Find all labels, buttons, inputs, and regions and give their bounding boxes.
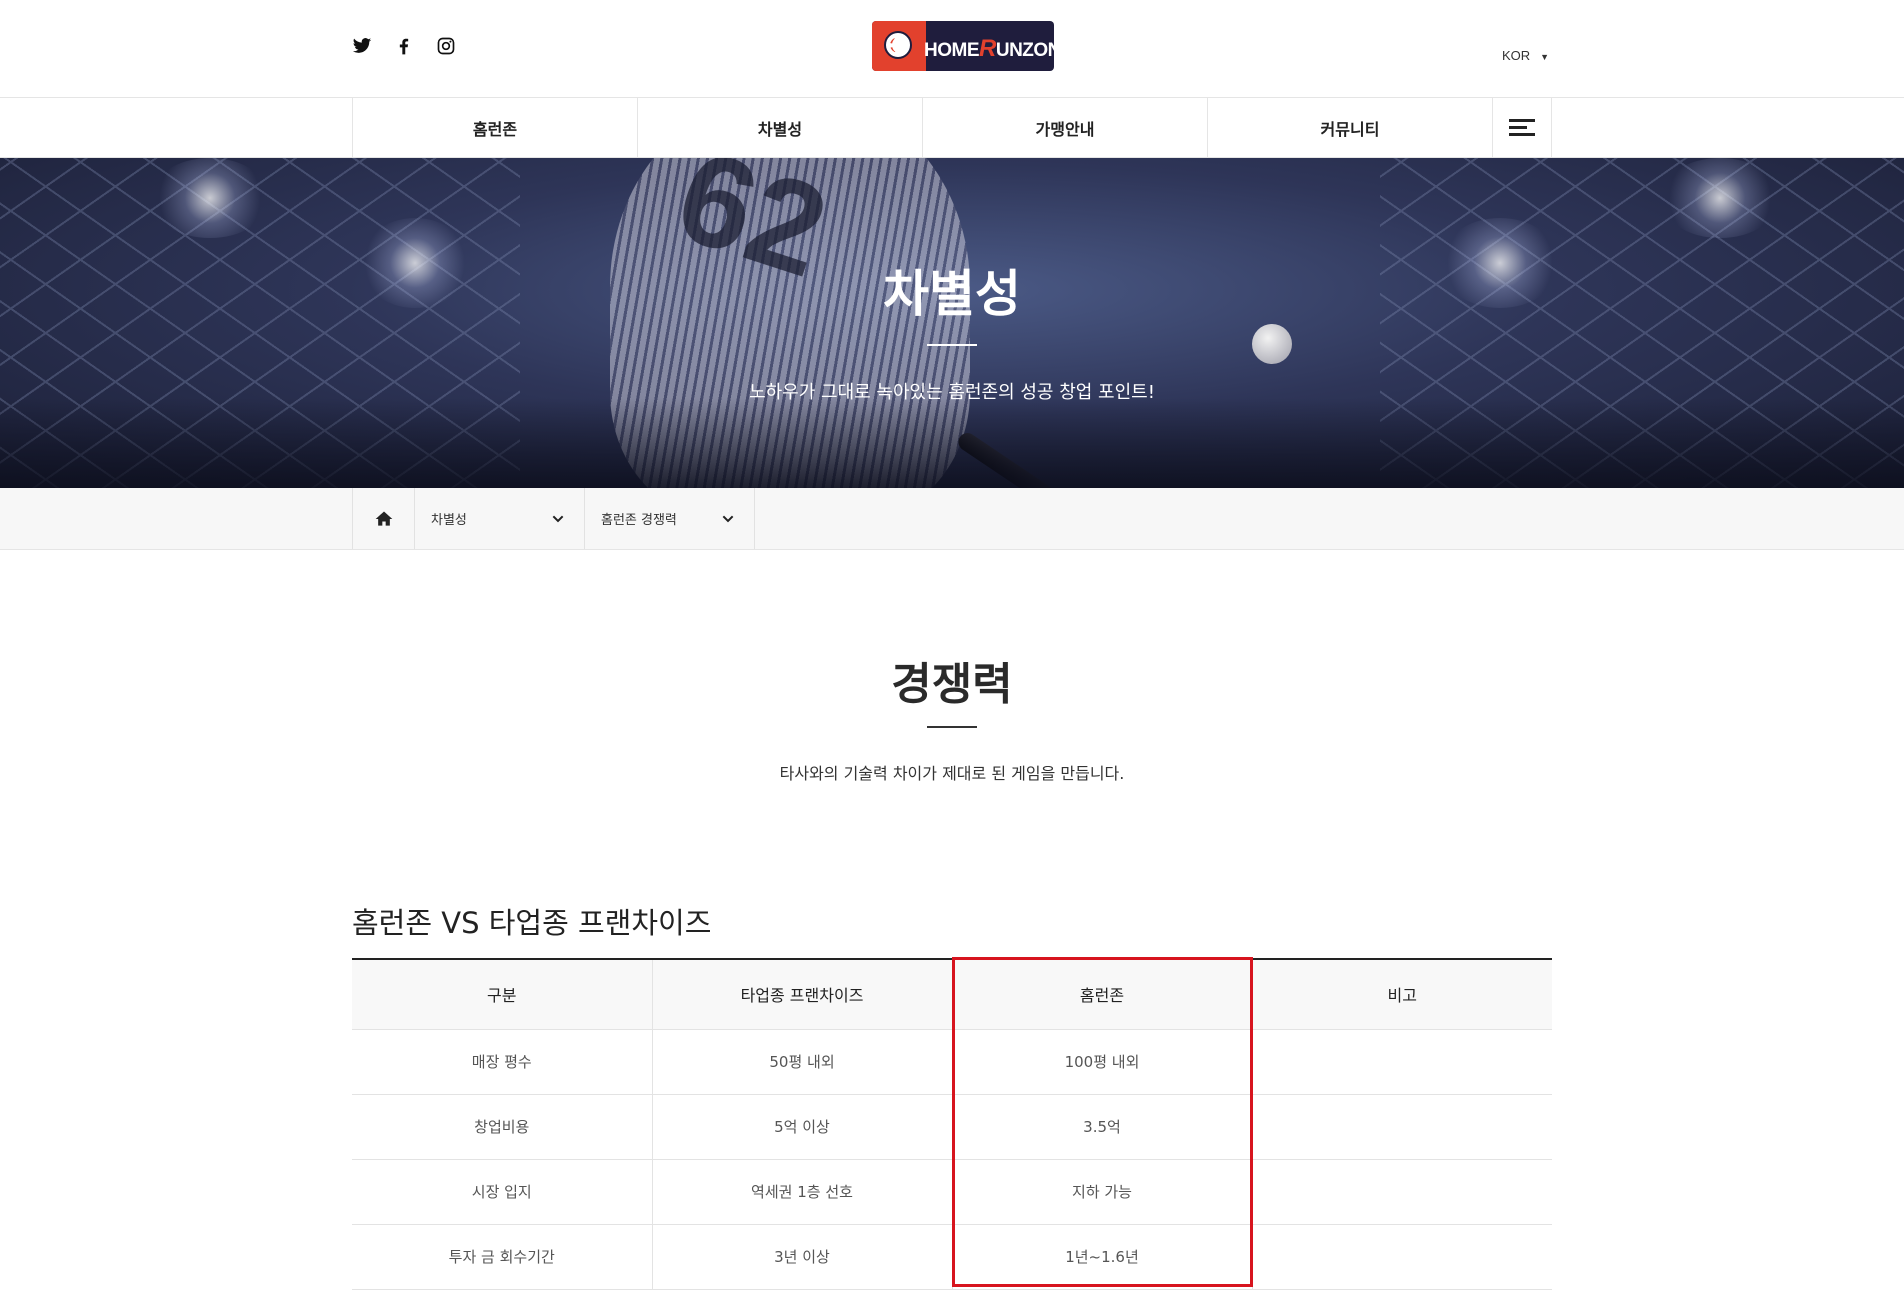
nav-item-homerunzone[interactable]: 홈런존 xyxy=(353,98,638,157)
main-nav: 홈런존 차별성 가맹안내 커뮤니티 xyxy=(0,97,1904,158)
table-cell: 50평 내외 xyxy=(651,1029,952,1095)
baseball-image xyxy=(1252,324,1292,364)
column-header: 타업종 프랜차이즈 xyxy=(651,959,952,1030)
section-title: 경쟁력 xyxy=(891,659,1013,710)
facebook-icon[interactable] xyxy=(394,36,414,56)
hamburger-menu-icon xyxy=(1509,115,1535,140)
home-icon xyxy=(375,511,392,526)
main-nav-inner: 홈런존 차별성 가맹안내 커뮤니티 xyxy=(352,98,1552,157)
table-cell xyxy=(1251,1029,1552,1095)
depth1-label: 차별성 xyxy=(431,513,467,528)
hero-divider xyxy=(927,344,977,346)
brand-logo[interactable]: HOMERUNZON xyxy=(872,21,1054,71)
depth2-label: 홈런존 경쟁력 xyxy=(601,513,677,528)
nav-item-community[interactable]: 커뮤니티 xyxy=(1208,98,1493,157)
chevron-down-icon xyxy=(552,515,564,522)
depth2-dropdown[interactable]: 홈런존 경쟁력 xyxy=(585,488,755,549)
column-header: 비고 xyxy=(1251,959,1552,1030)
twitter-icon[interactable] xyxy=(352,36,372,56)
depth1-dropdown[interactable]: 차별성 xyxy=(415,488,585,549)
table-cell: 100평 내외 xyxy=(951,1029,1252,1095)
nav-item-franchise-info[interactable]: 가맹안내 xyxy=(923,98,1208,157)
logo-text: HOMERUNZON xyxy=(924,35,1054,62)
table-cell: 창업비용 xyxy=(352,1094,652,1160)
breadcrumb: 차별성 홈런존 경쟁력 xyxy=(352,488,755,549)
baseball-icon xyxy=(884,31,912,59)
table-row: 매장 평수 50평 내외 100평 내외 xyxy=(352,1029,1552,1095)
top-header: HOMERUNZON KOR ▼ xyxy=(0,0,1904,98)
table-cell: 1년~1.6년 xyxy=(951,1224,1252,1290)
table-header-row: 구분 타업종 프랜차이즈 홈런존 비고 xyxy=(352,959,1552,1030)
table-cell: 투자 금 회수기간 xyxy=(352,1224,652,1290)
table-cell: 시장 입지 xyxy=(352,1159,652,1225)
comparison-title: 홈런존 VS 타업종 프랜차이즈 xyxy=(352,906,712,940)
table-cell: 매장 평수 xyxy=(352,1029,652,1095)
nav-item-differentiation[interactable]: 차별성 xyxy=(638,98,923,157)
instagram-icon[interactable] xyxy=(436,36,456,56)
hero-title: 차별성 xyxy=(883,265,1021,323)
stadium-light xyxy=(150,158,270,238)
comparison-table: 구분 타업종 프랜차이즈 홈런존 비고 매장 평수 50평 내외 100평 내외… xyxy=(352,958,1552,1290)
language-selector[interactable]: KOR ▼ xyxy=(1502,48,1549,63)
table-cell: 3년 이상 xyxy=(651,1224,952,1290)
table-row: 투자 금 회수기간 3년 이상 1년~1.6년 xyxy=(352,1224,1552,1290)
crowd-shade xyxy=(0,398,1904,488)
table-cell xyxy=(1251,1224,1552,1290)
social-links xyxy=(352,36,456,56)
column-header: 홈런존 xyxy=(951,959,1252,1030)
section-description: 타사와의 기술력 차이가 제대로 된 게임을 만듭니다. xyxy=(779,764,1125,783)
table-cell: 지하 가능 xyxy=(951,1159,1252,1225)
table-cell: 3.5억 xyxy=(951,1094,1252,1160)
stadium-light xyxy=(1660,158,1780,238)
chevron-down-icon xyxy=(722,515,734,522)
section-divider xyxy=(927,726,977,728)
table-cell: 역세권 1층 선호 xyxy=(651,1159,952,1225)
table-row: 창업비용 5억 이상 3.5억 xyxy=(352,1094,1552,1160)
location-bar: 차별성 홈런존 경쟁력 xyxy=(0,488,1904,550)
caret-down-icon: ▼ xyxy=(1540,52,1550,62)
hero-subtitle: 노하우가 그대로 녹아있는 홈런존의 성공 창업 포인트! xyxy=(749,382,1155,403)
language-label: KOR xyxy=(1502,48,1531,63)
table-row: 시장 입지 역세권 1층 선호 지하 가능 xyxy=(352,1159,1552,1225)
table-cell: 5억 이상 xyxy=(651,1094,952,1160)
column-header: 구분 xyxy=(352,959,652,1030)
hero-banner: 62 차별성 노하우가 그대로 녹아있는 홈런존의 성공 창업 포인트! xyxy=(0,158,1904,488)
hamburger-menu-button[interactable] xyxy=(1493,98,1551,157)
home-button[interactable] xyxy=(353,488,415,549)
table-cell xyxy=(1251,1159,1552,1225)
table-cell xyxy=(1251,1094,1552,1160)
